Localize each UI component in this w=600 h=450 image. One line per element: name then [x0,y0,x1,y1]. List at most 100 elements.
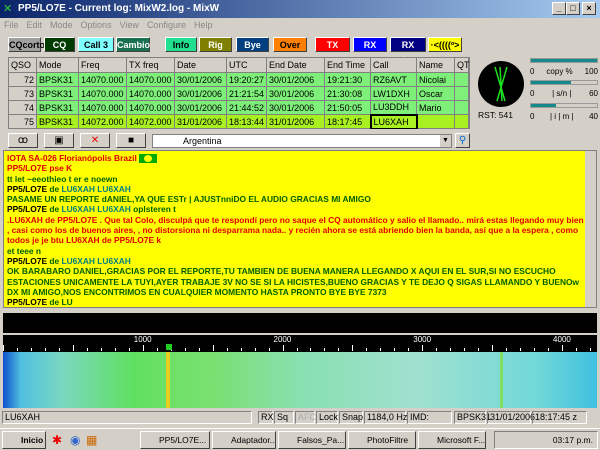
cell-qth[interactable] [454,100,470,115]
quicklaunch-ie-icon[interactable]: ◉ [70,433,80,447]
flag-marker-icon[interactable] [166,344,173,350]
column-header[interactable]: QSO [8,57,37,73]
cell-name[interactable] [416,114,456,129]
menu-configure[interactable]: Configure [147,20,186,30]
waterfall-display[interactable] [3,352,597,408]
cell-utc[interactable]: 21:21:54 [225,86,268,101]
cell-end-time[interactable]: 18:17:45 [324,114,372,129]
quicklaunch-icon[interactable]: ✱ [52,433,62,447]
table-row[interactable]: 72 BPSK31 14070.000 14070.000 30/01/2006 19:2… [8,72,470,87]
delete-icon[interactable]: ✕ [80,133,110,148]
column-header[interactable]: QTH [454,57,470,73]
search-icon[interactable]: ⚲ [455,133,470,148]
macro-button-11[interactable]: ·<((((º> [428,37,462,52]
tx-text-window[interactable] [3,313,597,333]
cell-mode[interactable]: BPSK31 [36,72,79,87]
table-row[interactable]: 74 BPSK31 14070.000 14070.000 30/01/2006 21:4… [8,100,470,115]
macro-button-10[interactable]: RX clear [390,37,426,65]
cell-qso[interactable]: 73 [8,86,37,101]
column-header[interactable]: Mode [36,57,79,73]
menu-options[interactable]: Options [81,20,112,30]
menu-help[interactable]: Help [194,20,213,30]
table-row[interactable]: 73 BPSK31 14070.000 14070.000 30/01/2006 21:2… [8,86,470,101]
task-falsos[interactable]: Falsos_Pa... [278,431,346,449]
cell-call[interactable]: LU6XAH [369,113,418,129]
column-header[interactable]: End Time [324,57,372,73]
status-snap[interactable]: Snap [339,411,363,424]
cell-qth[interactable] [454,114,470,129]
minimize-button[interactable]: _ [552,2,566,15]
macro-button-5[interactable]: Rig [199,37,232,52]
cell-tx-freq[interactable]: 14070.000 [126,100,175,115]
menu-view[interactable]: View [120,20,139,30]
cell-date[interactable]: 30/01/2006 [174,100,227,115]
cell-name[interactable]: Mario [416,100,456,115]
status-squelch[interactable]: Sq [274,411,294,424]
column-header[interactable]: End Date [266,57,326,73]
status-rx[interactable]: RX [258,411,274,424]
macro-button-6[interactable]: Bye [236,37,269,52]
cell-tx-freq[interactable]: 14070.000 [126,86,175,101]
cell-freq[interactable]: 14072.000 [78,114,127,129]
clock[interactable]: 03:17 p.m. [553,435,593,445]
text-icon[interactable]: ▣ [44,133,74,148]
rx-scrollbar[interactable] [585,151,596,307]
cell-end-date[interactable]: 30/01/2006 [266,72,326,87]
cell-utc[interactable]: 21:44:52 [225,100,268,115]
macro-button-8[interactable]: TX [315,37,350,52]
start-button[interactable]: Inicio [2,431,46,449]
cell-qso[interactable]: 75 [8,114,37,129]
menu-mode[interactable]: Mode [50,20,73,30]
glasses-icon[interactable]: ꝏ [8,133,38,148]
cell-freq[interactable]: 14070.000 [78,86,127,101]
cell-qso[interactable]: 72 [8,72,37,87]
cell-mode[interactable]: BPSK31 [36,100,79,115]
status-mode[interactable]: BPSK31 [454,411,491,424]
menu-file[interactable]: File [4,20,19,30]
column-header[interactable]: Date [174,57,227,73]
cell-mode[interactable]: BPSK31 [36,114,79,129]
cell-call[interactable]: LW1DXH [370,86,418,101]
cell-mode[interactable]: BPSK31 [36,86,79,101]
cell-end-date[interactable]: 31/01/2006 [266,114,326,129]
status-lock[interactable]: Lock [316,411,338,424]
column-header[interactable]: TX freq [126,57,175,73]
cell-date[interactable]: 30/01/2006 [174,72,227,87]
cell-date[interactable]: 30/01/2006 [174,86,227,101]
cell-utc[interactable]: 19:20:27 [225,72,268,87]
column-header[interactable]: Call [370,57,418,73]
cell-end-time[interactable]: 21:50:05 [324,100,372,115]
cell-end-time[interactable]: 19:21:30 [324,72,372,87]
macro-button-1[interactable]: CQ [44,37,75,52]
cell-qso[interactable]: 74 [8,100,37,115]
column-header[interactable]: Freq [78,57,127,73]
quicklaunch-app-icon[interactable]: ▦ [86,433,97,447]
table-row[interactable]: 75 BPSK31 14072.000 14072.000 31/01/2006 18:1… [8,113,470,129]
macro-button-0[interactable]: CQcorto [8,37,45,52]
macro-button-7[interactable]: Over [273,37,307,52]
cell-freq[interactable]: 14070.000 [78,100,127,115]
cell-tx-freq[interactable]: 14070.000 [126,72,175,87]
cell-tx-freq[interactable]: 14072.000 [126,114,175,129]
macro-button-2[interactable]: Call 3 [78,37,114,52]
task-microsoft[interactable]: Microsoft F... [418,431,486,449]
cell-end-date[interactable]: 30/01/2006 [266,86,326,101]
column-header[interactable]: UTC [225,57,268,73]
receive-text-window[interactable]: IOTA SA-026 Florianópolis Brazil PP5/LO7… [3,150,597,308]
cell-name[interactable]: Oscar [416,86,456,101]
cell-name[interactable]: Nicolai [416,72,456,87]
dropdown-arrow-icon[interactable]: ▼ [440,135,451,147]
task-mixw[interactable]: PP5/LO7E... [140,431,210,449]
cell-freq[interactable]: 14070.000 [78,72,127,87]
cell-end-time[interactable]: 21:30:08 [324,86,372,101]
country-field[interactable]: Argentina ▼ [152,134,452,148]
cell-call[interactable]: LU3DDH [370,100,418,115]
save-icon[interactable]: ■ [116,133,146,148]
macro-button-9[interactable]: RX [353,37,387,52]
task-photofiltre[interactable]: PhotoFiltre [348,431,416,449]
maximize-button[interactable]: □ [566,2,580,15]
cell-qth[interactable] [454,86,470,101]
column-header[interactable]: Name [416,57,456,73]
cell-utc[interactable]: 18:13:44 [225,114,268,129]
status-afc[interactable]: AFC [295,411,316,424]
